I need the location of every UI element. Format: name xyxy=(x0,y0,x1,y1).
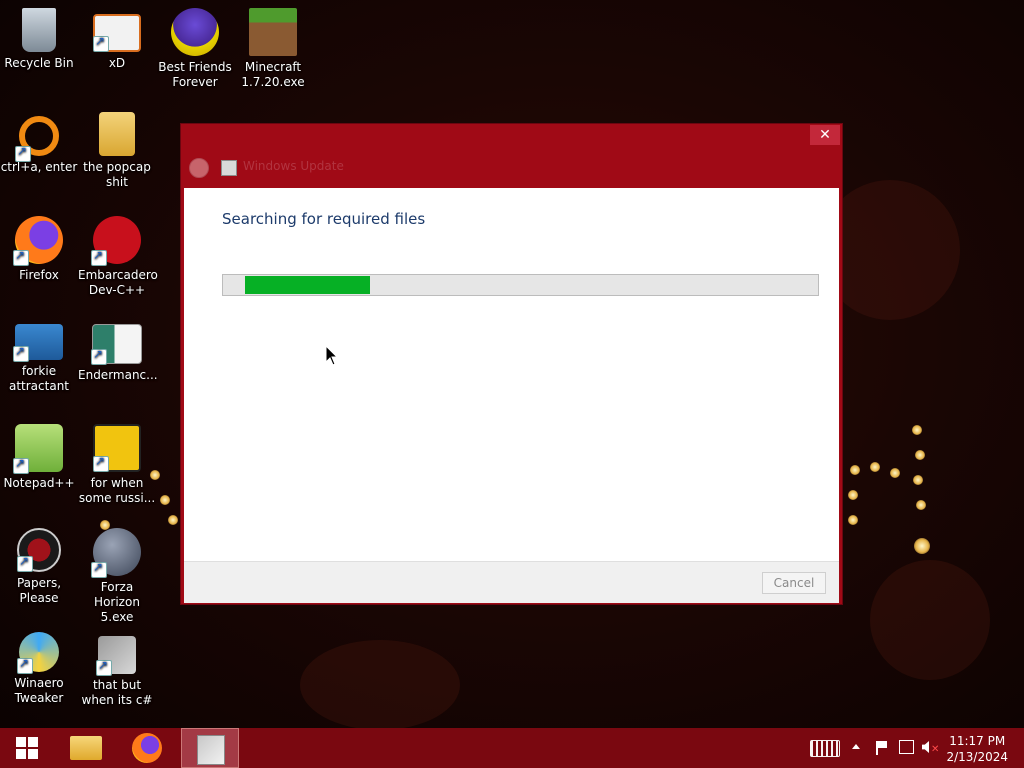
stacked-windows-icon xyxy=(96,636,136,676)
desktop-icon-notepad-plus-plus[interactable]: Notepad++ xyxy=(0,424,78,491)
window-app-icon xyxy=(91,324,142,365)
clock[interactable]: 11:17 PM 2/13/2024 xyxy=(946,733,1008,765)
setup-app-icon xyxy=(197,735,225,765)
file-explorer-icon xyxy=(70,736,102,760)
status-heading: Searching for required files xyxy=(222,210,426,228)
chevron-up-icon[interactable] xyxy=(852,744,860,749)
desktop-icon-winaero-tweaker[interactable]: Winaero Tweaker xyxy=(0,632,78,706)
desktop-icon-label: Winaero Tweaker xyxy=(14,676,64,705)
wallpaper-bokeh xyxy=(870,560,990,680)
desktop-icon-label: the popcap shit xyxy=(83,160,151,189)
desktop-icon-label: ctrl+a, enter xyxy=(0,160,78,174)
windows-update-dialog: ✕ Windows Update Searching for required … xyxy=(181,124,842,604)
network-icon[interactable] xyxy=(899,740,914,754)
desktop-icon-forza-horizon-5[interactable]: Forza Horizon 5.exe xyxy=(78,528,156,625)
dialog-footer: Cancel xyxy=(184,561,839,603)
desktop-icon-label: forkie attractant xyxy=(8,364,70,393)
minecraft-grass-block-icon xyxy=(249,8,297,56)
desktop-icon-minecraft[interactable]: Minecraft 1.7.20.exe xyxy=(234,8,312,90)
flag-banner xyxy=(878,741,887,748)
folder-icon xyxy=(99,112,135,156)
desktop-icon-label: for when some russi... xyxy=(78,476,156,505)
desktop-icon-label: Recycle Bin xyxy=(4,56,74,70)
flash-player-icon xyxy=(91,528,141,578)
keyboard-icon[interactable] xyxy=(810,740,840,757)
desktop-icon-label: that but when its c# xyxy=(81,678,153,707)
orange-ring-icon xyxy=(15,116,59,162)
desktop-icon-firefox[interactable]: Firefox xyxy=(0,216,78,283)
firefox-icon xyxy=(13,216,63,266)
firefox-icon xyxy=(132,733,162,763)
hxd-editor-icon xyxy=(93,14,141,52)
back-arrow-icon[interactable] xyxy=(189,158,209,178)
desktop-icon-label: xD xyxy=(108,56,126,70)
desktop-icon-forkie-attractant[interactable]: forkie attractant xyxy=(0,320,78,394)
progress-bar xyxy=(222,274,819,296)
mouse-cursor-icon xyxy=(325,345,339,366)
desktop-icon-label: Endermanc... xyxy=(78,368,158,382)
taskbar-file-explorer[interactable] xyxy=(58,728,116,768)
cancel-button[interactable]: Cancel xyxy=(762,572,826,594)
desktop-icon-label: Minecraft 1.7.20.exe xyxy=(241,60,305,89)
volume-muted-icon[interactable] xyxy=(922,741,929,753)
desktop-icon-best-friends-forever[interactable]: Best Friends Forever xyxy=(156,8,234,90)
desktop-icon-label: Notepad++ xyxy=(3,476,75,490)
setup-app-icon xyxy=(221,160,237,176)
de-app-icon xyxy=(93,424,141,472)
progress-bar-fill xyxy=(245,276,370,294)
desktop-icon-xd[interactable]: xD xyxy=(78,8,156,71)
clock-time: 11:17 PM xyxy=(949,734,1006,748)
desktop-icon-the-popcap-shit[interactable]: the popcap shit xyxy=(78,112,156,190)
desktop-icon-recycle-bin[interactable]: Recycle Bin xyxy=(0,8,78,71)
desktop-icon-endermanc[interactable]: Endermanc... xyxy=(78,320,158,383)
desktop-icon-embarcadero-dev-cpp[interactable]: Embarcadero Dev-C++ xyxy=(78,216,158,298)
desktop-icon-papers-please[interactable]: Papers, Please xyxy=(0,528,78,606)
desktop-icon-label: Firefox xyxy=(19,268,59,282)
dialog-content: Searching for required files xyxy=(184,188,839,561)
taskbar-firefox[interactable] xyxy=(119,728,177,768)
taskbar-setup-app[interactable] xyxy=(181,728,239,768)
monitor-gear-icon xyxy=(13,324,63,362)
close-button[interactable]: ✕ xyxy=(810,125,840,145)
papers-please-seal-icon xyxy=(17,528,61,572)
dialog-title: Windows Update xyxy=(243,159,344,173)
taskbar: ✕ 11:17 PM 2/13/2024 xyxy=(0,728,1024,768)
desktop-icon-that-but-when-its-csharp[interactable]: that but when its c# xyxy=(78,632,156,708)
mute-x-icon: ✕ xyxy=(931,744,940,755)
desktop-icon-label: Forza Horizon 5.exe xyxy=(94,580,140,624)
desktop-icon-ctrl-a-enter[interactable]: ctrl+a, enter xyxy=(0,112,78,175)
desktop-icon-for-when-some-russi[interactable]: for when some russi... xyxy=(78,424,156,506)
desktop-icon-label: Best Friends Forever xyxy=(158,60,232,89)
start-button[interactable] xyxy=(0,728,58,768)
dialog-title-bar: Windows Update xyxy=(181,148,842,188)
recycle-bin-icon xyxy=(22,8,56,52)
clock-date: 2/13/2024 xyxy=(946,750,1008,764)
desktop-icon-label: Embarcadero Dev-C++ xyxy=(78,268,158,297)
wallpaper-bokeh xyxy=(300,640,460,730)
bird-mascot-icon xyxy=(171,8,219,56)
notepad-plus-plus-icon xyxy=(13,424,63,474)
winaero-tweaker-icon xyxy=(17,632,59,674)
dev-cpp-icon xyxy=(91,216,141,266)
desktop-icon-label: Papers, Please xyxy=(16,576,62,605)
